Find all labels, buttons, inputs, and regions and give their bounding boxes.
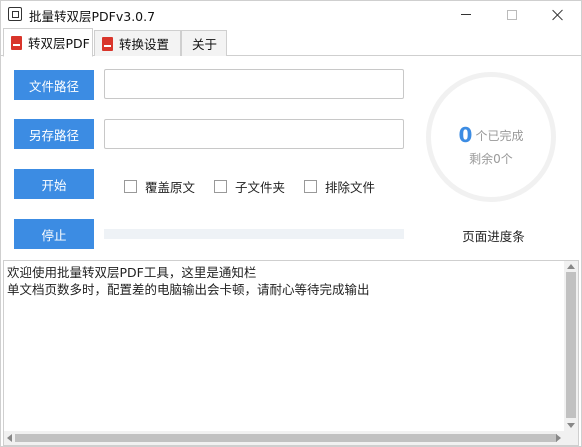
checkbox-label: 覆盖原文 — [145, 180, 196, 195]
title-bar: 批量转双层PDFv3.0.7 — [1, 1, 581, 28]
minimize-button[interactable] — [443, 1, 489, 28]
save-path-button[interactable]: 另存路径 — [14, 119, 94, 149]
subfolder-checkbox[interactable]: 子文件夹 — [214, 177, 285, 196]
minimize-icon — [461, 14, 471, 15]
page-progress-label: 页面进度条 — [462, 229, 525, 244]
tab-label: 关于 — [192, 37, 218, 52]
tab-convert-pdf[interactable]: 转双层PDF — [3, 28, 93, 57]
file-progress-bar — [104, 229, 404, 239]
start-button[interactable]: 开始 — [14, 169, 94, 199]
vertical-scrollbar[interactable] — [564, 261, 578, 431]
checkbox-box[interactable] — [124, 180, 137, 193]
scroll-thumb[interactable] — [566, 272, 576, 418]
pdf-icon — [11, 35, 22, 50]
close-icon — [552, 9, 564, 21]
horizontal-scrollbar[interactable] — [4, 431, 578, 445]
log-text: 欢迎使用批量转双层PDF工具，这里是通知栏 单文档页数多时，配置差的电脑输出会卡… — [7, 265, 370, 297]
save-path-input[interactable] — [104, 119, 404, 149]
scroll-thumb[interactable] — [15, 434, 557, 442]
completion-count: 0 个已完成 — [426, 123, 556, 147]
pdf-icon — [102, 36, 113, 51]
tab-about[interactable]: 关于 — [181, 30, 227, 56]
scroll-down-icon[interactable] — [567, 423, 575, 428]
app-icon — [8, 7, 22, 21]
maximize-icon — [507, 9, 517, 20]
close-button[interactable] — [535, 1, 581, 28]
main-panel: 文件路径 另存路径 开始 覆盖原文 子文件夹 排除文件 停止 0 个已完成 剩余0… — [1, 56, 581, 446]
tab-conversion-settings[interactable]: 转换设置 — [94, 30, 181, 56]
maximize-button[interactable] — [489, 1, 535, 28]
tab-label: 转双层PDF — [28, 36, 90, 51]
checkbox-label: 排除文件 — [325, 180, 376, 195]
remaining-count: 剩余0个 — [469, 152, 513, 166]
window-title: 批量转双层PDFv3.0.7 — [29, 9, 156, 24]
tab-bar: 转双层PDF 转换设置 关于 — [1, 28, 581, 57]
file-path-input[interactable] — [104, 69, 404, 99]
app-window: 批量转双层PDFv3.0.7 转双层PDF 转换设置 关于 文件路径 另存路径 … — [0, 0, 582, 447]
tab-label: 转换设置 — [119, 37, 170, 52]
stop-button[interactable]: 停止 — [14, 219, 94, 249]
notification-log[interactable]: 欢迎使用批量转双层PDF工具，这里是通知栏 单文档页数多时，配置差的电脑输出会卡… — [3, 260, 579, 446]
completed-label: 个已完成 — [475, 128, 524, 143]
checkbox-box[interactable] — [304, 180, 317, 193]
scroll-left-icon[interactable] — [7, 434, 12, 442]
exclude-files-checkbox[interactable]: 排除文件 — [304, 177, 375, 196]
scroll-up-icon[interactable] — [567, 264, 575, 269]
checkbox-box[interactable] — [214, 180, 227, 193]
overwrite-original-checkbox[interactable]: 覆盖原文 — [124, 177, 195, 196]
scroll-right-icon[interactable] — [556, 434, 561, 442]
completed-number: 0 — [458, 123, 473, 147]
checkbox-label: 子文件夹 — [235, 180, 286, 195]
file-path-button[interactable]: 文件路径 — [14, 70, 94, 100]
